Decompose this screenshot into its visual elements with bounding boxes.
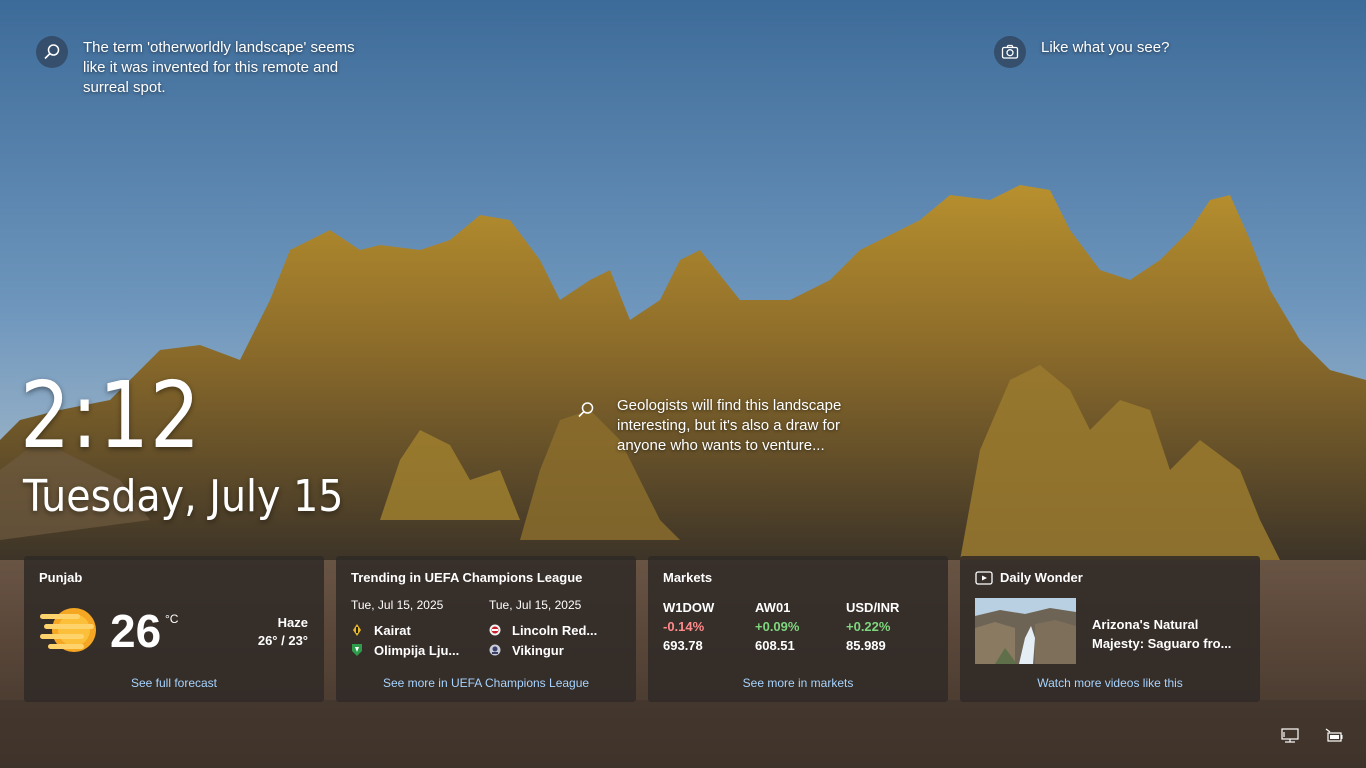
match-team: Vikingur <box>489 640 619 660</box>
like-prompt-text[interactable]: Like what you see? <box>1041 38 1169 58</box>
daily-wonder-card[interactable]: Daily Wonder Arizona's Natural Majesty: … <box>960 556 1260 702</box>
weather-range: 26° / 23° <box>257 633 308 648</box>
lincoln-logo-icon <box>489 624 501 636</box>
team-name: Vikingur <box>512 642 564 658</box>
stock-symbol: AW01 <box>755 600 791 615</box>
sports-more-link[interactable]: See more in UEFA Champions League <box>336 676 636 690</box>
match-date: Tue, Jul 15, 2025 <box>351 598 444 612</box>
like-what-you-see[interactable]: Like what you see? <box>994 36 1254 68</box>
match-team: Olimpija Lju... <box>351 640 481 660</box>
spotlight-fact-middle[interactable]: Geologists will find this landscape inte… <box>572 394 842 456</box>
daily-wonder-title: Daily Wonder <box>1000 570 1083 585</box>
sports-card[interactable]: Trending in UEFA Champions League Tue, J… <box>336 556 636 702</box>
sports-title: Trending in UEFA Champions League <box>351 570 583 585</box>
lock-screen: The term 'otherworldly landscape' seems … <box>0 0 1366 768</box>
spotlight-middle-text[interactable]: Geologists will find this landscape inte… <box>617 396 842 456</box>
stock-value: 608.51 <box>755 638 795 653</box>
daily-wonder-header: Daily Wonder <box>975 570 1245 586</box>
weather-unit: °C <box>165 612 179 626</box>
stock-item[interactable]: USD/INR +0.22% 85.989 <box>846 598 936 655</box>
weather-forecast-link[interactable]: See full forecast <box>24 676 324 690</box>
team-name: Lincoln Red... <box>512 622 598 638</box>
match-item[interactable]: Tue, Jul 15, 2025 Lincoln Red... Vikingu… <box>489 598 619 660</box>
search-icon[interactable] <box>36 36 68 68</box>
stock-item[interactable]: AW01 +0.09% 608.51 <box>755 598 845 655</box>
weather-temperature: 26 <box>110 605 162 657</box>
match-team: Lincoln Red... <box>489 620 619 640</box>
match-item[interactable]: Tue, Jul 15, 2025 Kairat Olimpija Lju... <box>351 598 481 660</box>
team-name: Kairat <box>374 622 411 638</box>
kairat-logo-icon <box>353 624 361 636</box>
team-name: Olimpija Lju... <box>374 642 460 658</box>
weather-card[interactable]: Punjab 26 °C Haze 26° / 23° See full for… <box>24 556 324 702</box>
stock-value: 693.78 <box>663 638 703 653</box>
camera-icon[interactable] <box>994 36 1026 68</box>
stock-change: +0.09% <box>755 619 800 634</box>
network-icon[interactable] <box>1281 728 1299 744</box>
markets-title: Markets <box>663 570 713 585</box>
stock-item[interactable]: W1DOW -0.14% 693.78 <box>663 598 753 655</box>
spotlight-fact-text[interactable]: The term 'otherworldly landscape' seems … <box>83 38 366 98</box>
spotlight-fact-top[interactable]: The term 'otherworldly landscape' seems … <box>36 36 366 98</box>
markets-card[interactable]: Markets W1DOW -0.14% 693.78 AW01 +0.09% … <box>648 556 948 702</box>
haze-sun-icon <box>40 608 96 652</box>
stock-value: 85.989 <box>846 638 886 653</box>
search-icon[interactable] <box>572 394 600 426</box>
vikingur-logo-icon <box>489 644 501 656</box>
clock-time: 2:12 <box>20 362 202 469</box>
stock-symbol: USD/INR <box>846 600 900 615</box>
olimpija-logo-icon <box>352 644 362 656</box>
weather-location: Punjab <box>39 570 83 585</box>
clock-date: Tuesday, July 15 <box>23 471 344 522</box>
daily-wonder-caption[interactable]: Arizona's Natural Majesty: Saguaro fro..… <box>1092 615 1242 653</box>
stock-symbol: W1DOW <box>663 600 715 615</box>
daily-wonder-more-link[interactable]: Watch more videos like this <box>960 676 1260 690</box>
weather-condition: Haze <box>277 615 308 630</box>
battery-icon[interactable] <box>1325 728 1343 744</box>
stock-change: +0.22% <box>846 619 891 634</box>
match-date: Tue, Jul 15, 2025 <box>489 598 582 612</box>
video-thumbnail[interactable] <box>975 598 1076 664</box>
video-icon <box>975 571 993 585</box>
markets-more-link[interactable]: See more in markets <box>648 676 948 690</box>
match-team: Kairat <box>351 620 481 640</box>
stock-change: -0.14% <box>663 619 705 634</box>
